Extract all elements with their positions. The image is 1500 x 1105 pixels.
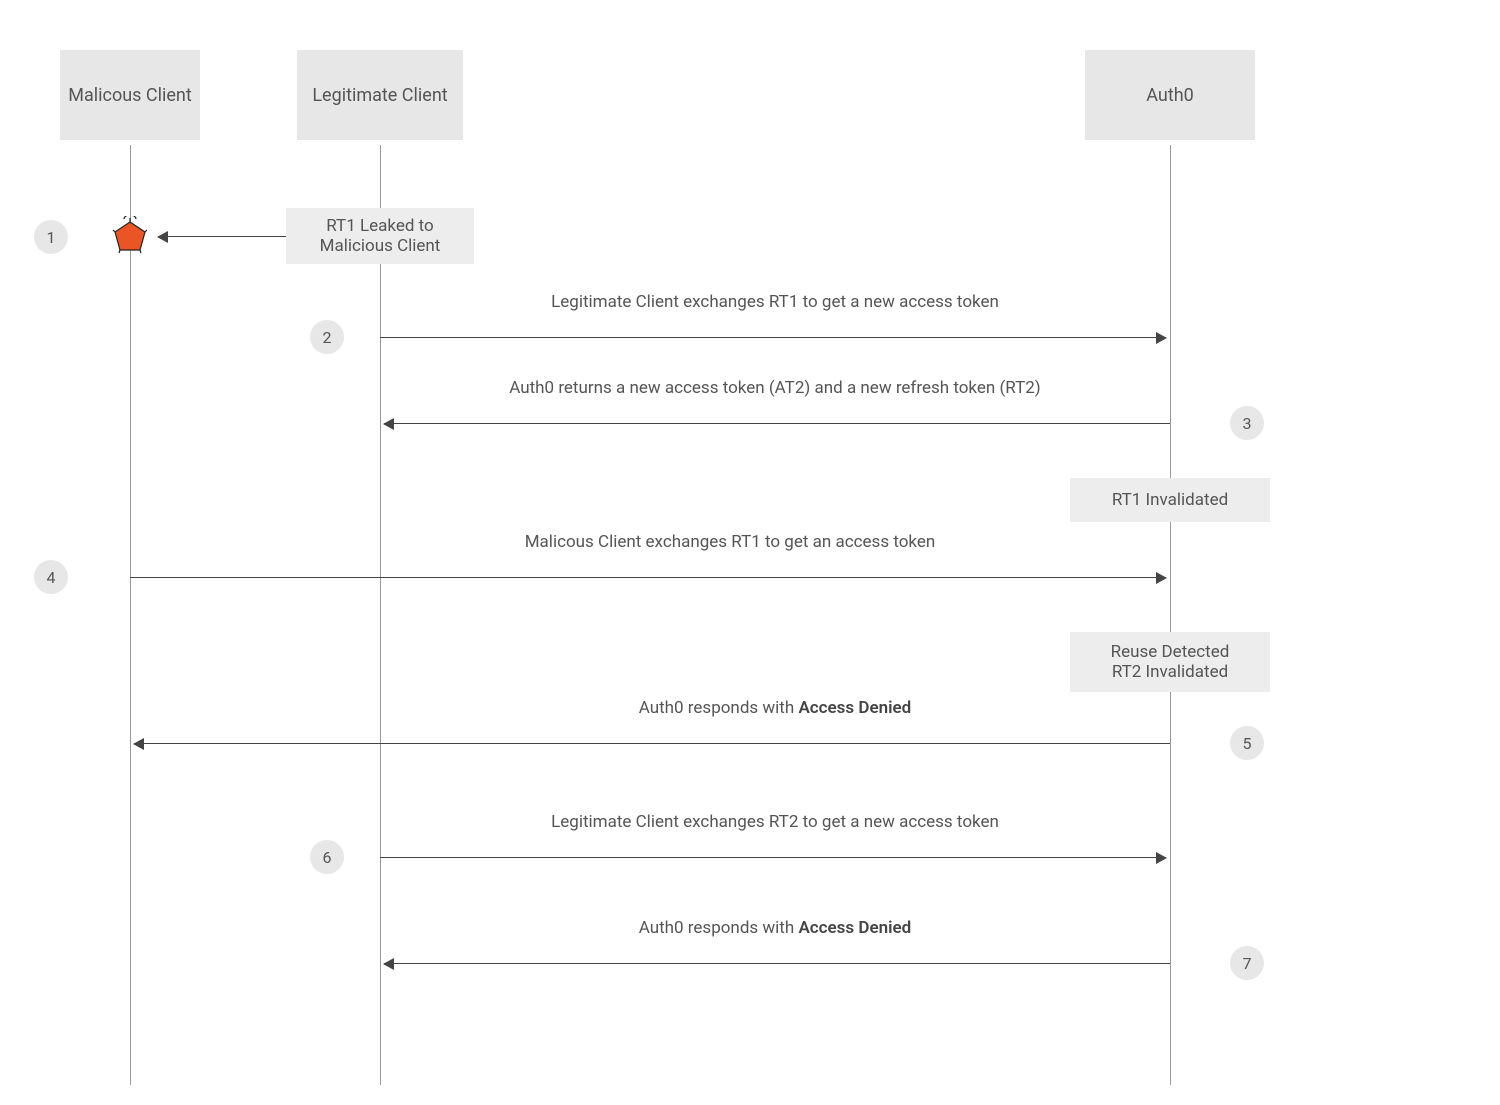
actor-legitimate-client: Legitimate Client: [297, 50, 463, 140]
message-text: Malicous Client exchanges RT1 to get an …: [525, 532, 936, 552]
message-text: Legitimate Client exchanges RT2 to get a…: [551, 812, 999, 832]
sequence-diagram: Malicous Client Legitimate Client Auth0 …: [30, 30, 1470, 1075]
message-step2: Legitimate Client exchanges RT1 to get a…: [380, 292, 1170, 312]
step-marker-1: 1: [34, 220, 68, 254]
note-reuse-detected: Reuse Detected RT2 Invalidated: [1070, 632, 1270, 692]
actor-label: Auth0: [1146, 85, 1194, 106]
note-text-line1: Reuse Detected: [1111, 642, 1230, 662]
arrow-step5: [134, 743, 1170, 744]
note-rt1-invalidated: RT1 Invalidated: [1070, 478, 1270, 522]
arrow-step6: [380, 857, 1166, 858]
step-marker-4: 4: [34, 560, 68, 594]
step-marker-6: 6: [310, 840, 344, 874]
step-number: 7: [1243, 954, 1252, 973]
hacker-icon: [110, 216, 150, 256]
step-marker-2: 2: [310, 320, 344, 354]
step-number: 2: [323, 328, 332, 347]
message-text-prefix: Auth0 responds with: [639, 918, 799, 938]
arrow-step1: [158, 236, 286, 237]
lifeline-auth0: [1170, 145, 1171, 1085]
arrow-step7: [384, 963, 1170, 964]
step-number: 3: [1243, 414, 1252, 433]
message-text-bold: Access Denied: [798, 918, 911, 938]
arrow-step2: [380, 337, 1166, 338]
step-number: 6: [323, 848, 332, 867]
message-step7: Auth0 responds with Access Denied: [380, 918, 1170, 938]
message-text: Legitimate Client exchanges RT1 to get a…: [551, 292, 999, 312]
step-marker-7: 7: [1230, 946, 1264, 980]
step-number: 1: [47, 228, 56, 247]
message-text: Auth0 returns a new access token (AT2) a…: [509, 378, 1040, 398]
message-step3: Auth0 returns a new access token (AT2) a…: [380, 378, 1170, 398]
message-step4: Malicous Client exchanges RT1 to get an …: [380, 532, 1080, 552]
step-number: 4: [47, 568, 56, 587]
message-text-bold: Access Denied: [798, 698, 911, 718]
note-rt1-leaked: RT1 Leaked to Malicious Client: [286, 208, 474, 264]
note-text-line2: RT2 Invalidated: [1112, 662, 1228, 682]
actor-label: Malicous Client: [68, 85, 191, 106]
message-step5: Auth0 responds with Access Denied: [380, 698, 1170, 718]
arrow-step3: [384, 423, 1170, 424]
arrow-step4: [130, 577, 1166, 578]
lifeline-legitimate: [380, 145, 381, 1085]
note-text: RT1 Leaked to Malicious Client: [296, 216, 464, 256]
note-text: RT1 Invalidated: [1112, 490, 1228, 510]
actor-malicious-client: Malicous Client: [60, 50, 200, 140]
actor-label: Legitimate Client: [312, 85, 447, 106]
step-marker-3: 3: [1230, 406, 1264, 440]
message-step6: Legitimate Client exchanges RT2 to get a…: [380, 812, 1170, 832]
message-text-prefix: Auth0 responds with: [639, 698, 799, 718]
lifeline-malicious: [130, 145, 131, 1085]
actor-auth0: Auth0: [1085, 50, 1255, 140]
step-number: 5: [1243, 734, 1252, 753]
step-marker-5: 5: [1230, 726, 1264, 760]
